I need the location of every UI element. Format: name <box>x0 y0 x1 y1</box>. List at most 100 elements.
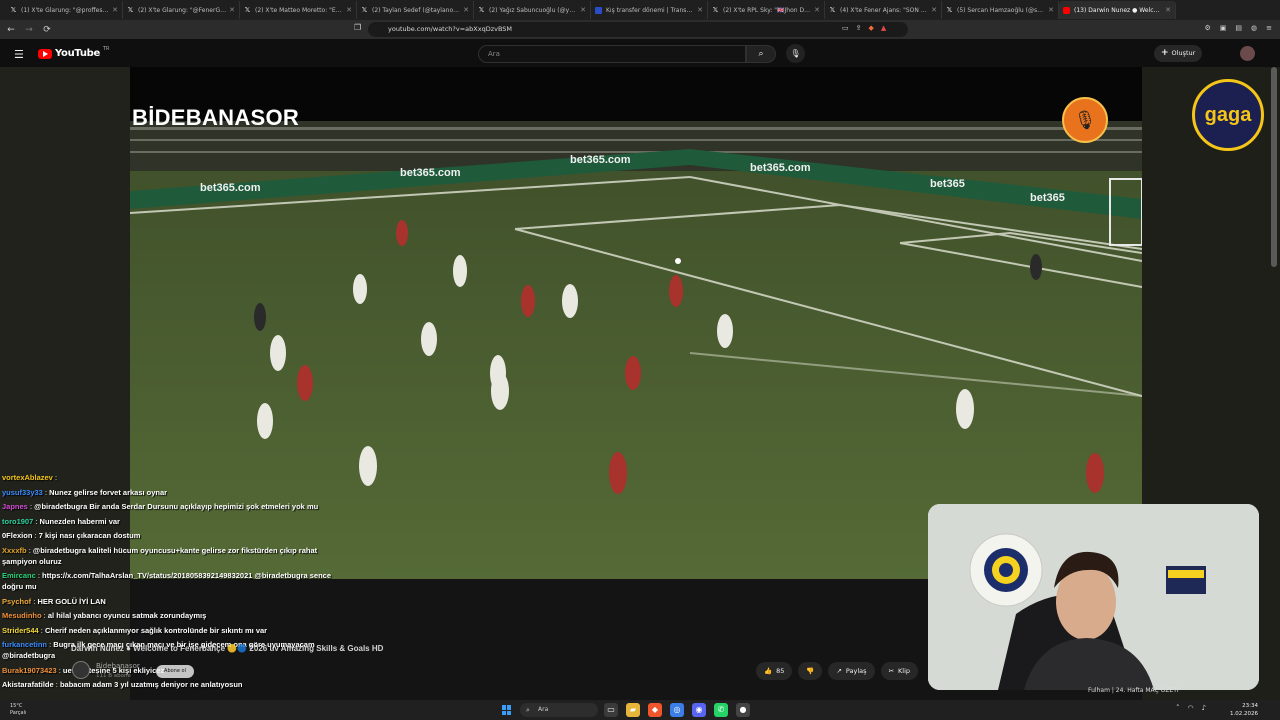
pip-icon[interactable]: ▭ <box>842 24 849 32</box>
x-icon: 𝕏 <box>478 5 485 14</box>
browser-tab[interactable]: (13) Darwin Nunez ● Welcome to...✕ <box>1059 1 1176 19</box>
svg-text:bet365: bet365 <box>930 178 965 190</box>
close-icon[interactable]: ✕ <box>814 6 820 14</box>
bookmark-icon[interactable]: ❐ <box>354 23 361 32</box>
browser-tab[interactable]: 𝕏 (1) X'te Glarung: "@proffessor0 @...✕ <box>6 1 123 19</box>
hamburger-menu-icon[interactable]: ☰ <box>14 48 24 61</box>
chat-username: Emircanc <box>2 571 36 580</box>
sidebar-icon[interactable]: ▣ <box>1220 24 1227 32</box>
url-field[interactable]: youtube.com/watch?v=abXxqDzvBSM <box>368 22 908 37</box>
subscribe-button[interactable]: Abone ol <box>156 665 194 678</box>
tab-label: (1) X'te Glarung: "@proffessor0 @... <box>21 6 110 14</box>
browser-tab[interactable]: 𝕏 (5) Sercan Hamzaoğlu (@sercanh...✕ <box>942 1 1059 19</box>
next-video-label[interactable]: Fulham | 24. Hafta MAÇ ÖZETİ <box>1088 687 1179 694</box>
share-button[interactable]: ↗ Paylaş <box>828 662 875 680</box>
share-icon[interactable]: ⇪ <box>856 24 862 32</box>
close-icon[interactable]: ✕ <box>580 6 586 14</box>
close-icon[interactable]: ✕ <box>112 6 118 14</box>
clock-time: 23:34 <box>1242 703 1258 709</box>
video-title[interactable]: Darwin Nunez ● Welcome to Fenerbahçe 🟡🔵 … <box>71 644 383 653</box>
windows-start-icon[interactable] <box>502 705 512 715</box>
reload-icon[interactable]: ⟳ <box>40 23 54 37</box>
browser-tab[interactable]: 𝕏 (2) Taylan Sedef (@taylanozanoz...✕ <box>357 1 474 19</box>
subscriber-count: 111 B abone <box>96 673 131 679</box>
file-explorer-icon[interactable]: ▰ <box>626 703 640 717</box>
chat-text: Nunez gelirse forvet arkası oynar <box>49 487 168 497</box>
windows-taskbar: 15°C Parçalı ⌕ Ara ▭ ▰ ◆ ◎ ◉ ✆ ● ˄ ◠ ♪ 23… <box>0 700 1280 720</box>
browser-tab[interactable]: 𝕏 (2) Yağız Sabuncuoğlu (@yagosab...✕ <box>474 1 591 19</box>
weather-temp: 15°C <box>10 703 23 709</box>
channel-avatar[interactable] <box>72 661 90 679</box>
taskbar-clock[interactable]: 23:34 1.02.2026 <box>1226 702 1258 718</box>
youtube-icon <box>1063 6 1070 14</box>
browser-tab[interactable]: 𝕏 (2) X'te RPL Sky: "🇬🇧Jhon Duran le...✕ <box>708 1 825 19</box>
svg-text:bet365.com: bet365.com <box>750 162 811 174</box>
tab-label: (13) Darwin Nunez ● Welcome to... <box>1074 6 1162 14</box>
transfermarkt-icon <box>595 6 602 14</box>
chat-text: https://x.com/TalhaArslan_TV/status/2018… <box>2 571 332 591</box>
close-icon[interactable]: ✕ <box>1048 6 1054 14</box>
taskbar-search[interactable]: ⌕ Ara <box>520 703 598 717</box>
close-icon[interactable]: ✕ <box>697 6 703 14</box>
browser-tab[interactable]: 𝕏 (4) X'te Fener Ajans: "SON DAK...✕ <box>825 1 942 19</box>
create-button[interactable]: + Oluştur <box>1154 45 1202 62</box>
chat-username: Akistarafatilde <box>2 680 54 689</box>
obs-icon[interactable]: ● <box>736 703 750 717</box>
extension-icons: ⚙ ▣ ▤ ◍ ≡ <box>1204 24 1272 32</box>
close-icon[interactable]: ✕ <box>229 6 235 14</box>
forward-icon[interactable]: → <box>22 23 36 37</box>
whatsapp-icon[interactable]: ✆ <box>714 703 728 717</box>
account-avatar[interactable] <box>1240 46 1255 61</box>
tab-label: (2) Taylan Sedef (@taylanozanoz... <box>372 6 460 14</box>
extension-icon[interactable]: ⚙ <box>1204 24 1210 32</box>
wifi-icon[interactable]: ◠ <box>1188 704 1194 712</box>
discord-icon[interactable]: ◉ <box>692 703 706 717</box>
webcam-feed <box>928 504 1259 690</box>
svg-text:bet365.com: bet365.com <box>400 167 461 179</box>
clip-button[interactable]: ✂ Klip <box>880 662 919 680</box>
channel-name[interactable]: Bidebanasor <box>96 662 140 670</box>
url-actions: ▭ ⇪ ◆ ▲ <box>842 24 886 32</box>
stream-area: bet365.com bet365.com bet365.com bet365.co… <box>0 67 1280 700</box>
browser-tab[interactable]: 𝕏 (2) X'te Glarung: "@FenerGlobalO...✕ <box>123 1 240 19</box>
page-scrollbar[interactable] <box>1271 67 1277 267</box>
youtube-wordmark: YouTube <box>55 48 100 59</box>
wallet-icon[interactable]: ▤ <box>1235 24 1242 32</box>
weather-widget[interactable]: 15°C Parçalı <box>10 703 26 717</box>
brave-shield-icon[interactable]: ◆ <box>869 24 874 32</box>
youtube-play-icon <box>38 48 52 59</box>
close-icon[interactable]: ✕ <box>931 6 937 14</box>
back-icon[interactable]: ← <box>4 23 18 37</box>
chrome-icon[interactable]: ◎ <box>670 703 684 717</box>
menu-icon[interactable]: ≡ <box>1266 24 1272 32</box>
browser-tab[interactable]: Kış transfer dönemi | Transfermarkt✕ <box>591 1 708 19</box>
country-code: TR <box>103 45 110 52</box>
x-icon: 𝕏 <box>10 5 17 14</box>
chat-username: yusuf33y33 <box>2 487 43 497</box>
task-view-icon[interactable]: ▭ <box>604 703 618 717</box>
search-icon[interactable]: ⌕ <box>746 45 776 63</box>
like-button[interactable]: 👍 85 <box>756 662 793 680</box>
close-icon[interactable]: ✕ <box>346 6 352 14</box>
chat-separator: : <box>52 473 58 482</box>
search-input[interactable]: Ara <box>478 45 746 63</box>
chat-text: babacım adam 3 yıl uzatmış deniyor ne an… <box>59 680 243 689</box>
rewards-icon[interactable]: ▲ <box>881 24 886 32</box>
vpn-icon[interactable]: ◍ <box>1251 24 1257 32</box>
microphone-icon[interactable]: 🎙 <box>786 44 805 63</box>
volume-icon[interactable]: ♪ <box>1202 704 1206 712</box>
close-icon[interactable]: ✕ <box>463 6 469 14</box>
chat-username: Psychof <box>2 596 32 606</box>
chevron-up-icon[interactable]: ˄ <box>1176 704 1180 712</box>
browser-tab[interactable]: 𝕏 (2) X'te Matteo Moretto: "El Atléti...✕ <box>240 1 357 19</box>
podcast-mic-logo: 🎙 <box>1062 97 1108 143</box>
chat-username: furkancetinn <box>2 640 48 649</box>
brave-browser-icon[interactable]: ◆ <box>648 703 662 717</box>
youtube-logo[interactable]: YouTube TR <box>38 45 110 59</box>
taskbar-apps: ▭ ▰ ◆ ◎ ◉ ✆ ● <box>604 703 750 717</box>
video-actions: 👍 85 👎 ↗ Paylaş ✂ Klip <box>756 662 919 680</box>
svg-text:bet365.com: bet365.com <box>570 154 631 166</box>
dislike-button[interactable]: 👎 <box>798 662 823 680</box>
close-icon[interactable]: ✕ <box>1165 6 1171 14</box>
tab-label: Kış transfer dönemi | Transfermarkt <box>606 6 694 14</box>
